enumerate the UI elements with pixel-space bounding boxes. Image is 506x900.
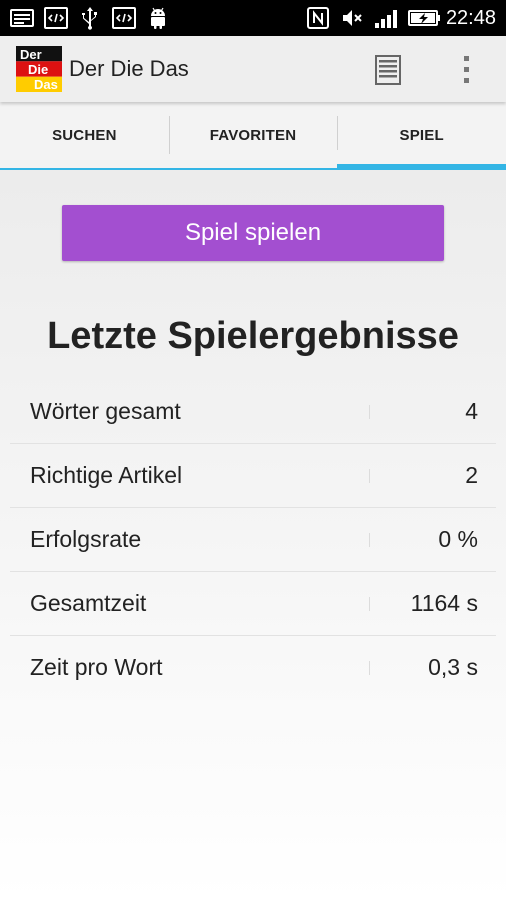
image-icon [10,6,34,30]
battery-charging-icon [407,6,440,30]
result-row: Erfolgsrate 0 % [10,508,496,572]
result-value: 1164 s [410,590,478,616]
overflow-menu-button[interactable] [452,52,482,88]
app-bar: Der Die Das Der Die Das [0,36,506,102]
result-label: Erfolgsrate [30,526,142,552]
logo-word-die: Die [28,62,48,77]
tab-favoriten[interactable]: FAVORITEN [168,102,338,170]
result-label: Richtige Artikel [30,462,183,488]
usb-icon [78,6,102,30]
nfc-icon [306,6,330,30]
overflow-menu-icon [452,56,482,92]
mute-icon [340,6,364,30]
main-content: Spiel spielen Letzte Spielergebnisse Wör… [0,170,506,900]
code-icon [44,6,68,30]
tab-bar: SUCHEN FAVORITEN SPIEL [0,102,506,170]
result-row: Wörter gesamt 4 [10,380,496,444]
code-icon [112,6,136,30]
result-row: Richtige Artikel 2 [10,444,496,508]
tab-label: SPIEL [399,126,444,144]
result-value: 2 [465,462,478,488]
column-divider [369,405,370,419]
column-divider [369,533,370,547]
system-icons: 22:48 [306,6,496,30]
results-heading: Letzte Spielergebnisse [47,315,459,357]
result-row: Zeit pro Wort 0,3 s [10,636,496,699]
status-bar: 22:48 [0,0,506,36]
logo-word-der: Der [20,47,42,62]
result-value: 0 % [438,526,478,552]
notification-icons [10,6,170,30]
signal-icon [374,6,398,30]
app-title: Der Die Das [69,56,189,81]
result-value: 0,3 s [428,654,478,680]
result-value: 4 [465,398,478,424]
column-divider [369,469,370,483]
list-button[interactable] [370,52,406,88]
column-divider [369,597,370,611]
result-label: Zeit pro Wort [30,654,163,680]
play-game-button[interactable]: Spiel spielen [62,205,444,261]
result-label: Gesamtzeit [30,590,147,616]
android-icon [146,6,170,30]
app-logo[interactable]: Der Die Das [16,46,62,92]
result-label: Wörter gesamt [30,398,181,424]
tab-spiel[interactable]: SPIEL [337,102,506,170]
clock: 22:48 [445,6,496,29]
logo-word-das: Das [34,77,58,92]
tab-label: FAVORITEN [209,126,297,144]
column-divider [369,661,370,675]
tab-label: SUCHEN [52,126,117,144]
tab-suchen[interactable]: SUCHEN [0,102,169,170]
results-table: Wörter gesamt 4 Richtige Artikel 2 Erfol… [10,380,496,699]
list-icon [370,55,406,92]
result-row: Gesamtzeit 1164 s [10,572,496,636]
